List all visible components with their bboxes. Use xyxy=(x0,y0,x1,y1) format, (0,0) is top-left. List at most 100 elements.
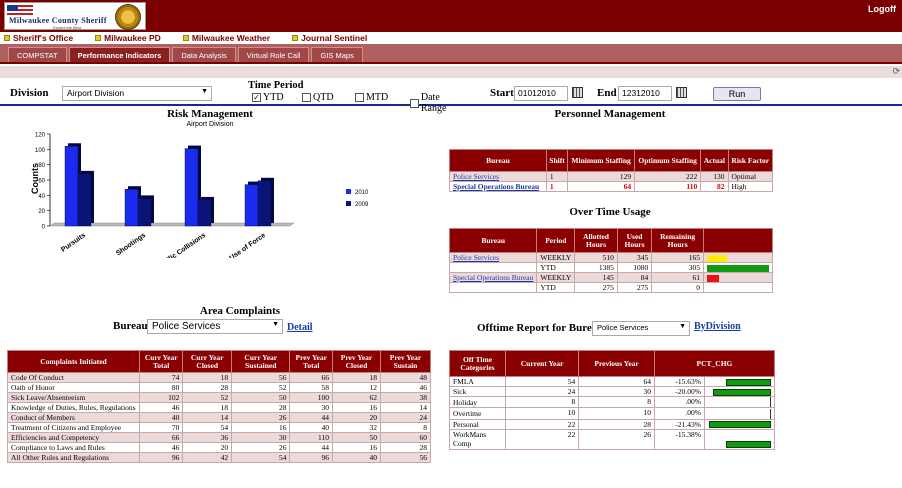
cur-cell: 10 xyxy=(504,407,580,420)
column-header: Allotted Hours xyxy=(574,228,618,253)
prev-cell: 10 xyxy=(578,407,655,420)
opt-cell: 222 xyxy=(634,171,702,182)
tab-performance-indicators[interactable]: Performance Indicators xyxy=(68,47,171,62)
value-cell: 56 xyxy=(231,372,291,383)
bar-2010-traffic-collisions[interactable] xyxy=(184,148,199,227)
bullet-icon xyxy=(95,35,102,41)
column-header: Shift xyxy=(545,149,569,172)
start-date-input[interactable]: 01012010 xyxy=(514,86,568,101)
period-mtd[interactable]: MTD xyxy=(355,92,388,103)
run-button[interactable]: Run xyxy=(713,87,761,101)
checkbox-icon xyxy=(355,93,364,102)
column-header: Complaints Initiated xyxy=(7,350,140,373)
end-date-input[interactable]: 12312010 xyxy=(618,86,672,101)
bar-2010-pursuits[interactable] xyxy=(64,146,79,227)
table-row: Special Operations Bureau WEEKLY 145 84 61 xyxy=(448,272,773,283)
bar-2010-shootings[interactable] xyxy=(124,189,139,227)
cur-cell: 22 xyxy=(504,428,580,450)
external-link-1[interactable]: Milwaukee PD xyxy=(95,32,161,44)
column-header: PCT_CHG xyxy=(653,350,776,377)
value-cell: 48 xyxy=(379,372,432,383)
bar-2010-use-of-force[interactable] xyxy=(244,184,259,227)
time-period-options: ✓ YTD QTD MTD Date Range xyxy=(252,92,467,114)
category-cell: Holiday xyxy=(449,395,506,409)
table-row: YTD 1385 1080 305 xyxy=(448,262,773,273)
tab-virtual-role-call[interactable]: Virtual Role Call xyxy=(237,47,310,62)
offtime-bureau-select[interactable]: Police Services ▼ xyxy=(592,321,690,336)
complaint-type-cell: Conduct of Members xyxy=(7,412,140,423)
bar-2009-pursuits[interactable] xyxy=(77,173,92,227)
division-select[interactable]: Airport Division ▼ xyxy=(62,86,212,101)
period-ytd[interactable]: ✓ YTD xyxy=(252,92,284,103)
table-row: Knowledge of Duties, Rules, Regulations 4… xyxy=(7,402,432,413)
period-cell: WEEKLY xyxy=(536,252,576,263)
period-label: YTD xyxy=(263,92,284,103)
value-cell: 50 xyxy=(231,392,291,403)
value-cell: 110 xyxy=(289,432,334,443)
complaints-bureau-value: Police Services xyxy=(152,321,221,332)
offtime-title: Offtime Report for Bureau: xyxy=(477,322,608,334)
external-link-0[interactable]: Sheriff's Office xyxy=(4,32,73,44)
end-calendar-icon[interactable] xyxy=(676,87,687,98)
bureau-link[interactable]: Special Operations Bureau xyxy=(453,182,539,191)
tab-compstat[interactable]: COMPSTAT xyxy=(8,47,67,62)
logoff-link[interactable]: Logoff xyxy=(868,4,896,14)
bureau-link[interactable]: Police Services xyxy=(453,172,499,181)
pct-change-bar xyxy=(726,378,771,386)
value-cell: 54 xyxy=(231,452,291,463)
sheriff-logo[interactable]: Milwaukee County Sheriff Expect the Best xyxy=(4,2,146,30)
column-header: Previous Year xyxy=(578,350,655,377)
detail-link[interactable]: Detail xyxy=(287,322,313,333)
remaining-cell: 165 xyxy=(651,252,704,263)
pct-change-bar xyxy=(726,441,771,449)
bureau-cell: Special Operations Bureau xyxy=(448,272,538,283)
period-cell: WEEKLY xyxy=(536,272,576,283)
prev-cell: 30 xyxy=(578,386,655,397)
external-link-3[interactable]: Journal Sentinel xyxy=(292,32,367,44)
min-cell: 64 xyxy=(567,181,636,192)
category-cell: Personal xyxy=(449,418,506,430)
bureau-link[interactable]: Police Services xyxy=(453,253,499,262)
bar-2009-traffic-collisions[interactable] xyxy=(197,199,212,227)
tab-bar: COMPSTAT Performance Indicators Data Analy… xyxy=(0,44,902,64)
value-cell: 28 xyxy=(379,442,432,453)
area-complaints-title: Area Complaints xyxy=(199,305,281,317)
table-row: Police Services 1 129 222 130 Optimal xyxy=(449,171,774,182)
bar-2009-use-of-force[interactable] xyxy=(257,180,272,227)
cur-cell: 24 xyxy=(504,386,580,397)
value-cell: 44 xyxy=(289,442,334,453)
used-cell: 84 xyxy=(616,272,653,283)
used-cell: 275 xyxy=(616,282,653,293)
risk-management-title: Risk Management xyxy=(167,108,253,120)
sheriff-star-icon xyxy=(115,4,141,30)
chevron-down-icon: ▼ xyxy=(272,321,279,328)
start-calendar-icon[interactable] xyxy=(572,87,583,98)
column-header: Off Time Categories xyxy=(449,350,506,377)
complaints-bureau-select[interactable]: Police Services ▼ xyxy=(147,319,283,334)
tab-gis-maps[interactable]: GIS Maps xyxy=(311,47,363,62)
refresh-icon[interactable]: ⟳ xyxy=(892,66,900,77)
value-cell: 80 xyxy=(138,382,184,393)
bar-2009-shootings[interactable] xyxy=(137,198,152,227)
value-cell: 62 xyxy=(332,392,381,403)
value-cell: 52 xyxy=(231,382,291,393)
y-tick-label: 120 xyxy=(35,133,46,139)
pct-bar-cell xyxy=(704,428,775,450)
complaint-type-cell: Compliance to Laws and Rules xyxy=(7,442,140,453)
bureau-link[interactable]: Special Operations Bureau xyxy=(453,273,533,282)
table-row: Treatment of Citizens and Employee 70 54 16… xyxy=(7,422,432,433)
pct-bar-cell xyxy=(704,395,775,409)
value-cell: 56 xyxy=(379,452,432,463)
by-division-link[interactable]: ByDivision xyxy=(694,321,741,332)
value-cell: 24 xyxy=(379,412,432,423)
min-cell: 129 xyxy=(567,171,636,182)
tab-data-analysis[interactable]: Data Analysis xyxy=(172,47,236,62)
value-cell: 30 xyxy=(289,402,334,413)
personnel-table: Bureau Shift Minimum Staffing Optimum Staff… xyxy=(449,149,774,192)
risk-bar-chart: Counts020406080100120Pursuits Shootings Tr… xyxy=(30,133,369,259)
used-cell: 1080 xyxy=(616,262,653,273)
x-tick-label: Pursuits xyxy=(60,232,87,254)
period-qtd[interactable]: QTD xyxy=(302,92,334,103)
y-tick-label: 40 xyxy=(38,194,45,200)
external-link-2[interactable]: Milwaukee Weather xyxy=(182,32,270,44)
